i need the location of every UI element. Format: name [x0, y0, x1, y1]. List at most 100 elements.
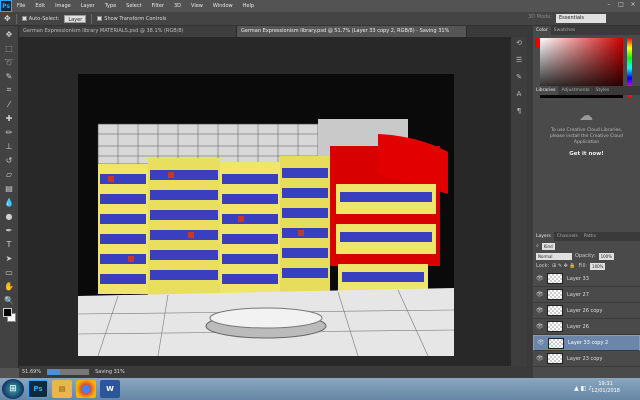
- tab-library[interactable]: German Expressionism library.psd @ 51.7%…: [237, 26, 467, 37]
- menu-type[interactable]: Type: [100, 3, 121, 9]
- healing-icon[interactable]: ✚: [2, 112, 16, 124]
- type-icon[interactable]: T: [2, 238, 16, 250]
- canvas-area[interactable]: [19, 37, 527, 366]
- character-icon[interactable]: A: [513, 90, 525, 101]
- layer-row[interactable]: 👁 Layer 33: [533, 271, 640, 287]
- lock-icons[interactable]: ⊞ ✎ ✥ 🔒: [552, 263, 576, 269]
- layer-row[interactable]: 👁 Layer 33 copy 2: [533, 335, 640, 351]
- auto-select-checkbox[interactable]: [21, 16, 27, 21]
- fill-label: Fill:: [578, 263, 588, 269]
- visibility-eye-icon[interactable]: 👁: [536, 355, 544, 362]
- layer-row[interactable]: 👁 Layer 27: [533, 287, 640, 303]
- foreground-color-swatch[interactable]: [3, 308, 12, 317]
- tab-libraries[interactable]: Libraries: [533, 86, 559, 95]
- opacity-field[interactable]: 100%: [598, 252, 614, 260]
- tab-styles[interactable]: Styles: [593, 86, 613, 95]
- brush-icon[interactable]: ✏: [2, 126, 16, 138]
- menu-3d[interactable]: 3D: [169, 3, 186, 9]
- menu-help[interactable]: Help: [238, 3, 259, 9]
- transform-controls-label: Show Transform Controls: [104, 15, 167, 22]
- workspace-dropdown[interactable]: Essentials: [556, 14, 606, 23]
- current-color-swatch[interactable]: [535, 38, 539, 48]
- pen-icon[interactable]: ✒: [2, 224, 16, 236]
- get-it-now-link[interactable]: Get it now!: [533, 151, 640, 157]
- taskbar-word[interactable]: W: [100, 380, 120, 398]
- paragraph-icon[interactable]: ¶: [513, 107, 525, 118]
- menu-file[interactable]: File: [12, 3, 30, 9]
- visibility-eye-icon[interactable]: 👁: [536, 323, 544, 330]
- eyedropper-icon[interactable]: ⁄: [2, 98, 16, 110]
- system-tray-icons[interactable]: ▲ ◧ ♪: [574, 385, 592, 392]
- brush-presets-icon[interactable]: ✎: [513, 73, 525, 84]
- zoom-level[interactable]: 51.69%: [22, 369, 41, 375]
- taskbar-photoshop[interactable]: Ps: [28, 380, 48, 398]
- tab-channels[interactable]: Channels: [554, 232, 581, 241]
- hand-icon[interactable]: ✋: [2, 280, 16, 292]
- tab-materials[interactable]: German Expressionism library MATERIALS.p…: [19, 26, 237, 37]
- tab-color[interactable]: Color: [533, 26, 551, 35]
- menu-image[interactable]: Image: [50, 3, 76, 9]
- library-message: To use Creative Cloud Libraries, please …: [549, 128, 624, 145]
- menu-bar: Ps File Edit Image Layer Type Select Filter 3D V…: [0, 0, 640, 12]
- blur-icon[interactable]: 💧: [2, 196, 16, 208]
- layers-panel: Layers Channels Paths ⌕ Kind Normal Opaci…: [533, 232, 640, 378]
- shape-icon[interactable]: ▭: [2, 266, 16, 278]
- eraser-icon[interactable]: ▱: [2, 168, 16, 180]
- tab-layers[interactable]: Layers: [533, 232, 554, 241]
- menu-layer[interactable]: Layer: [76, 3, 100, 9]
- crop-icon[interactable]: ⌗: [2, 84, 16, 96]
- lock-label: Lock:: [536, 263, 550, 269]
- zoom-icon[interactable]: 🔍: [2, 294, 16, 306]
- transform-controls-checkbox[interactable]: [97, 16, 103, 21]
- auto-select-label: Auto-Select:: [28, 15, 60, 22]
- kind-dropdown[interactable]: Kind: [541, 242, 555, 250]
- layer-thumbnail: [547, 273, 563, 284]
- tab-adjustments[interactable]: Adjustments: [558, 86, 592, 95]
- auto-select-dropdown[interactable]: Layer: [64, 14, 87, 23]
- move-icon[interactable]: ✥: [2, 28, 16, 40]
- windows-taskbar: ⊞ Ps ▤ W ▲ ◧ ♪ 19:31 12/01/2018: [0, 378, 640, 400]
- properties-icon[interactable]: ☰: [513, 56, 525, 67]
- layer-name: Layer 27: [567, 291, 589, 298]
- menu-select[interactable]: Select: [121, 3, 146, 9]
- layer-row[interactable]: 👁 Layer 26: [533, 319, 640, 335]
- history-icon[interactable]: ⟲: [513, 39, 525, 50]
- menu-window[interactable]: Window: [208, 3, 238, 9]
- dodge-icon[interactable]: ●: [2, 210, 16, 222]
- move-tool-icon[interactable]: ✥: [4, 14, 11, 23]
- menu-view[interactable]: View: [186, 3, 208, 9]
- layer-row[interactable]: 👁 Layer 23 copy: [533, 351, 640, 367]
- layer-row[interactable]: 👁 Layer 26 copy: [533, 303, 640, 319]
- layer-thumbnail: [547, 289, 563, 300]
- clock[interactable]: 19:31 12/01/2018: [591, 381, 620, 395]
- quick-select-icon[interactable]: ✎: [2, 70, 16, 82]
- blend-mode-dropdown[interactable]: Normal: [536, 252, 572, 260]
- visibility-eye-icon[interactable]: 👁: [536, 291, 544, 298]
- taskbar-file-explorer-icon[interactable]: ▤: [52, 380, 72, 398]
- layer-name: Layer 26: [567, 323, 589, 330]
- layer-name: Layer 33: [567, 275, 589, 282]
- start-button[interactable]: ⊞: [2, 379, 24, 399]
- taskbar-chrome-icon[interactable]: [76, 380, 96, 398]
- photoshop-logo: Ps: [0, 0, 12, 12]
- close-button[interactable]: ×: [628, 1, 638, 9]
- menu-edit[interactable]: Edit: [30, 3, 50, 9]
- fill-field[interactable]: 100%: [590, 262, 606, 270]
- visibility-eye-icon[interactable]: 👁: [537, 339, 545, 347]
- minimize-button[interactable]: –: [604, 1, 614, 9]
- opacity-label: Opacity:: [575, 253, 596, 259]
- lasso-icon[interactable]: ➰: [2, 56, 16, 68]
- menu-filter[interactable]: Filter: [147, 3, 169, 9]
- maximize-button[interactable]: □: [616, 1, 626, 9]
- tab-paths[interactable]: Paths: [581, 232, 599, 241]
- gradient-icon[interactable]: ▤: [2, 182, 16, 194]
- libraries-panel: Libraries Adjustments Styles ☁ To use Cr…: [533, 86, 640, 241]
- history-brush-icon[interactable]: ↺: [2, 154, 16, 166]
- visibility-eye-icon[interactable]: 👁: [536, 307, 544, 314]
- tab-swatches[interactable]: Swatches: [551, 26, 579, 35]
- stamp-icon[interactable]: ⊥: [2, 140, 16, 152]
- creative-cloud-icon: ☁: [579, 108, 593, 124]
- path-select-icon[interactable]: ➤: [2, 252, 16, 264]
- marquee-icon[interactable]: ⬚: [2, 42, 16, 54]
- visibility-eye-icon[interactable]: 👁: [536, 275, 544, 282]
